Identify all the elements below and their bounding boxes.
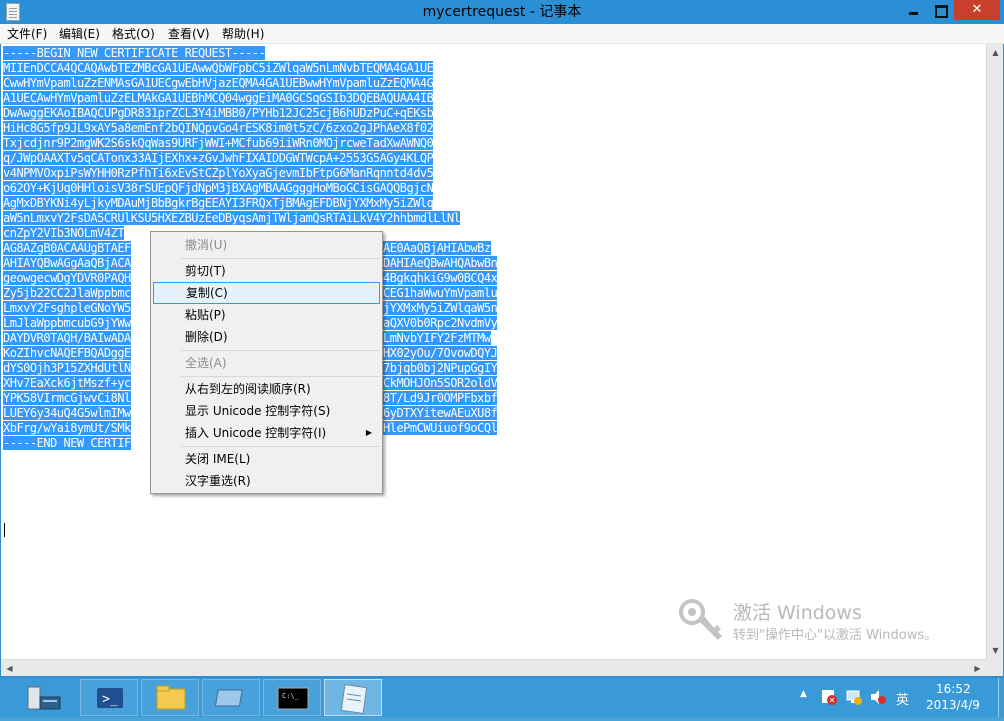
scrollbar-corner xyxy=(986,659,1003,676)
menu-bar: 文件(F) 编辑(E) 格式(O) 查看(V) 帮助(H) xyxy=(0,24,1004,44)
ctx-separator xyxy=(181,258,380,259)
folder-icon xyxy=(156,685,186,710)
ctx-separator xyxy=(181,446,380,447)
taskbar-explorer[interactable] xyxy=(141,679,199,716)
text-line: HiHc8G5fp9JL9xAY5a8emEnf2bQINQpvGo4rESK8… xyxy=(3,121,434,135)
powershell-icon: >_ xyxy=(97,688,123,708)
ctx-separator xyxy=(181,376,380,377)
window-app-icon xyxy=(214,689,243,707)
text-fragment: HX02yOu/7OvowDQYJ xyxy=(383,346,498,360)
ctx-separator xyxy=(181,350,380,351)
text-line: -----BEGIN NEW CERTIFICATE REQUEST----- xyxy=(3,46,266,60)
key-icon xyxy=(679,599,722,640)
network-icon[interactable] xyxy=(845,688,863,706)
text-line: q/JWpOAAXTv5qCATonx33AIjEXhx+zGvJwhFIXAI… xyxy=(3,151,434,165)
ctx-copy[interactable]: 复制(C) xyxy=(153,282,380,304)
taskbar-cmd[interactable]: C:\_ xyxy=(263,679,321,716)
ctx-insert-unicode-label: 插入 Unicode 控制字符(I) xyxy=(185,426,327,440)
horizontal-scrollbar[interactable]: ◀ ▶ xyxy=(1,659,986,676)
ctx-rtl-reading[interactable]: 从右到左的阅读顺序(R) xyxy=(153,378,380,400)
submenu-arrow-icon: ▶ xyxy=(365,428,372,437)
text-fragment: DAHIAeQBwAHQAbwBn xyxy=(383,256,498,270)
vertical-scrollbar[interactable]: ▲ ▼ xyxy=(986,44,1003,659)
taskbar: >_ C:\_ ▲ ✕ 英 16:52 2013/4/9 xyxy=(0,678,1004,717)
tray-show-hidden-icon[interactable]: ▲ xyxy=(800,689,807,699)
notepad-taskbar-icon xyxy=(340,684,368,714)
context-menu: 撤消(U) 剪切(T) 复制(C) 粘贴(P) 删除(D) 全选(A) 从右到左… xyxy=(150,231,383,494)
ctx-undo[interactable]: 撤消(U) xyxy=(153,234,380,256)
text-fragment: 8T/Ld9Jr0OMPFbxbf xyxy=(383,391,498,405)
menu-file[interactable]: 文件(F) xyxy=(1,24,53,44)
ctx-insert-unicode[interactable]: 插入 Unicode 控制字符(I) ▶ xyxy=(153,422,380,444)
activate-windows-subtitle: 转到"操作中心"以激活 Windows。 xyxy=(733,628,938,643)
clock-date[interactable]: 2013/4/9 xyxy=(926,698,980,712)
maximize-button[interactable] xyxy=(927,0,954,20)
scroll-up-icon[interactable]: ▲ xyxy=(987,44,1004,61)
ctx-reconversion[interactable]: 汉字重选(R) xyxy=(153,470,380,492)
text-line: Txjcdjnr9P2mgWK2S6skQqWas9URFjWWI+MCfub6… xyxy=(3,136,434,150)
ctx-cut[interactable]: 剪切(T) xyxy=(153,260,380,282)
text-fragment: 6yDTXYitewAEuXU8f xyxy=(383,406,498,420)
speaker-muted-icon[interactable] xyxy=(869,688,887,706)
scroll-down-icon[interactable]: ▼ xyxy=(987,642,1004,659)
menu-view[interactable]: 查看(V) xyxy=(162,24,216,44)
svg-text:✕: ✕ xyxy=(829,696,836,705)
activate-windows-title: 激活 Windows xyxy=(733,602,862,624)
text-fragment: HlePmCWUiuof9oCQl xyxy=(383,421,498,435)
text-fragment: CkMOHJOn5SOR2oldV xyxy=(383,376,498,390)
menu-format[interactable]: 格式(O) xyxy=(106,24,161,44)
taskbar-notepad[interactable] xyxy=(324,679,382,716)
text-fragment: CEG1haWwuYmVpamlu xyxy=(383,286,498,300)
svg-text:>_: >_ xyxy=(102,692,118,707)
svg-text:C:\_: C:\_ xyxy=(282,692,300,700)
text-line: AgMxDBYKNi4yLjkyMDAuMjBbBgkrBgEEAYI3FRQx… xyxy=(3,196,434,210)
window-title: mycertrequest - 记事本 xyxy=(422,4,582,20)
ctx-show-unicode[interactable]: 显示 Unicode 控制字符(S) xyxy=(153,400,380,422)
clock-time[interactable]: 16:52 xyxy=(936,682,971,696)
taskbar-app[interactable] xyxy=(202,679,260,716)
text-fragment: jYXMxMy5iZWlqaW5n xyxy=(383,301,498,315)
text-line: CwwHYmVpamluZzENMAsGA1UECgwEbHVjazEQMA4G… xyxy=(3,76,434,90)
text-fragment: LmNvbYIFY2FzMTMw xyxy=(383,331,491,345)
text-editor[interactable]: -----BEGIN NEW CERTIFICATE REQUEST----- … xyxy=(1,44,986,659)
notepad-window: mycertrequest - 记事本 ✕ 文件(F) 编辑(E) 格式(O) … xyxy=(0,0,1004,678)
text-fragment: AE0AaQBjAHIAbwBz xyxy=(383,241,491,255)
close-icon: ✕ xyxy=(971,2,983,17)
text-fragment: 7bjqb0bj2NPupGgIY xyxy=(383,361,498,375)
menu-edit[interactable]: 编辑(E) xyxy=(53,24,106,44)
scroll-left-icon[interactable]: ◀ xyxy=(1,660,18,677)
text-line: o62OY+KjUq0HHloisV38rSUEpQFjdNpM3jBXAgMB… xyxy=(3,181,434,195)
scroll-right-icon[interactable]: ▶ xyxy=(969,660,986,677)
ctx-paste[interactable]: 粘贴(P) xyxy=(153,304,380,326)
ctx-close-ime[interactable]: 关闭 IME(L) xyxy=(153,448,380,470)
text-fragment: aQXV0b0Rpc2NvdmVy xyxy=(383,316,498,330)
title-bar[interactable]: mycertrequest - 记事本 ✕ xyxy=(0,0,1004,24)
minimize-button[interactable] xyxy=(901,0,927,20)
server-manager-icon[interactable] xyxy=(26,683,62,713)
text-line: DwAwggEKAoIBAQCUPgDR831prZCL3Y4iMBB0/PYH… xyxy=(3,106,434,120)
action-center-icon[interactable]: ✕ xyxy=(820,688,838,706)
text-line: MIIEnDCCA4QCAQAwbTEZMBcGA1UEAwwQbWFpbC5i… xyxy=(3,61,434,75)
command-prompt-icon: C:\_ xyxy=(277,687,309,710)
ctx-select-all[interactable]: 全选(A) xyxy=(153,352,380,374)
taskbar-powershell[interactable]: >_ xyxy=(80,679,138,716)
text-fragment: 4BgkqhkiG9w0BCQ4x xyxy=(383,271,498,285)
close-button[interactable]: ✕ xyxy=(954,0,1000,20)
text-line: A1UECAwHYmVpamluZzELMAkGA1UEBhMCQ04wggEi… xyxy=(3,91,434,105)
text-caret xyxy=(4,523,5,537)
show-desktop-button[interactable] xyxy=(998,678,1004,717)
right-text-fragments: AE0AaQBjAHIAbwBz DAHIAeQBwAHQAbwBn 4Bgkq… xyxy=(383,241,498,436)
ctx-delete[interactable]: 删除(D) xyxy=(153,326,380,348)
menu-help[interactable]: 帮助(H) xyxy=(216,24,270,44)
text-line: v4NPMVOxpiPsWYHH0RzPfhTi6xEvStCZplYoXyaG… xyxy=(3,166,434,180)
text-line: aW5nLmxvY2FsDA5CRUlKSU5HXEZBUzEeDByqsAmj… xyxy=(3,211,461,225)
ime-indicator[interactable]: 英 xyxy=(896,689,909,708)
